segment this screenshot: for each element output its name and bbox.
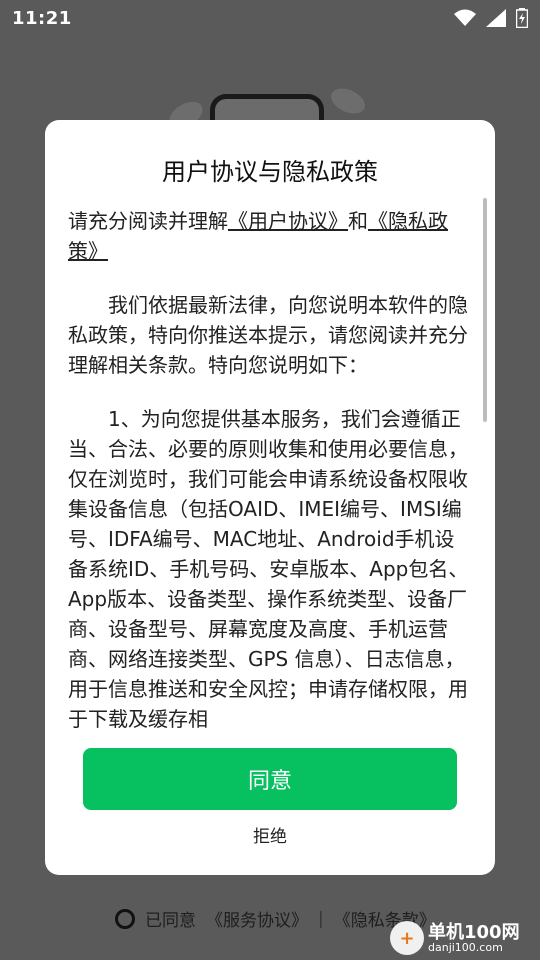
intro-prefix: 请充分阅读并理解 — [68, 209, 228, 233]
watermark: + 单机100网 danji100.com — [390, 916, 540, 960]
watermark-text: 单机100网 danji100.com — [428, 921, 520, 954]
dialog-scrollbar[interactable] — [483, 198, 487, 422]
status-time: 11:21 — [12, 7, 72, 29]
agree-radio[interactable] — [115, 908, 135, 929]
watermark-main: 单机100网 — [428, 921, 520, 943]
policy-paragraph-2: 1、为向您提供基本服务，我们会遵循正当、合法、必要的原则收集和使用必要信息，仅在… — [68, 407, 469, 728]
watermark-logo-icon: + — [390, 921, 424, 955]
signal-icon — [486, 9, 506, 27]
status-bar: 11:21 — [0, 0, 540, 36]
bottom-agreement-row: 已同意 《服务协议》 | 《隐私条款》 — [115, 906, 436, 931]
battery-charging-icon — [516, 8, 528, 28]
reject-button[interactable]: 拒绝 — [45, 822, 495, 852]
intro-paragraph: 请充分阅读并理解《用户协议》和《隐私政策》 — [68, 206, 470, 266]
wifi-icon — [454, 9, 476, 26]
privacy-dialog: 用户协议与隐私政策 请充分阅读并理解《用户协议》和《隐私政策》 我们依据最新法律… — [45, 120, 495, 875]
user-agreement-link[interactable]: 《用户协议》 — [228, 209, 348, 233]
service-agreement-link[interactable]: 《服务协议》 — [206, 906, 308, 931]
dialog-body[interactable]: 请充分阅读并理解《用户协议》和《隐私政策》 我们依据最新法律，向您说明本软件的隐… — [68, 206, 470, 728]
status-icons — [454, 8, 528, 28]
policy-paragraph-1: 我们依据最新法律，向您说明本软件的隐私政策，特向你推送本提示，请您阅读并充分理解… — [68, 293, 468, 377]
agreed-text: 已同意 — [145, 911, 196, 931]
separator: | — [318, 908, 324, 929]
dialog-title: 用户协议与隐私政策 — [162, 158, 378, 186]
watermark-sub: danji100.com — [428, 940, 503, 954]
intro-and: 和 — [348, 209, 368, 233]
agree-button[interactable]: 同意 — [83, 748, 457, 810]
background-leaf-decoration — [327, 83, 369, 119]
